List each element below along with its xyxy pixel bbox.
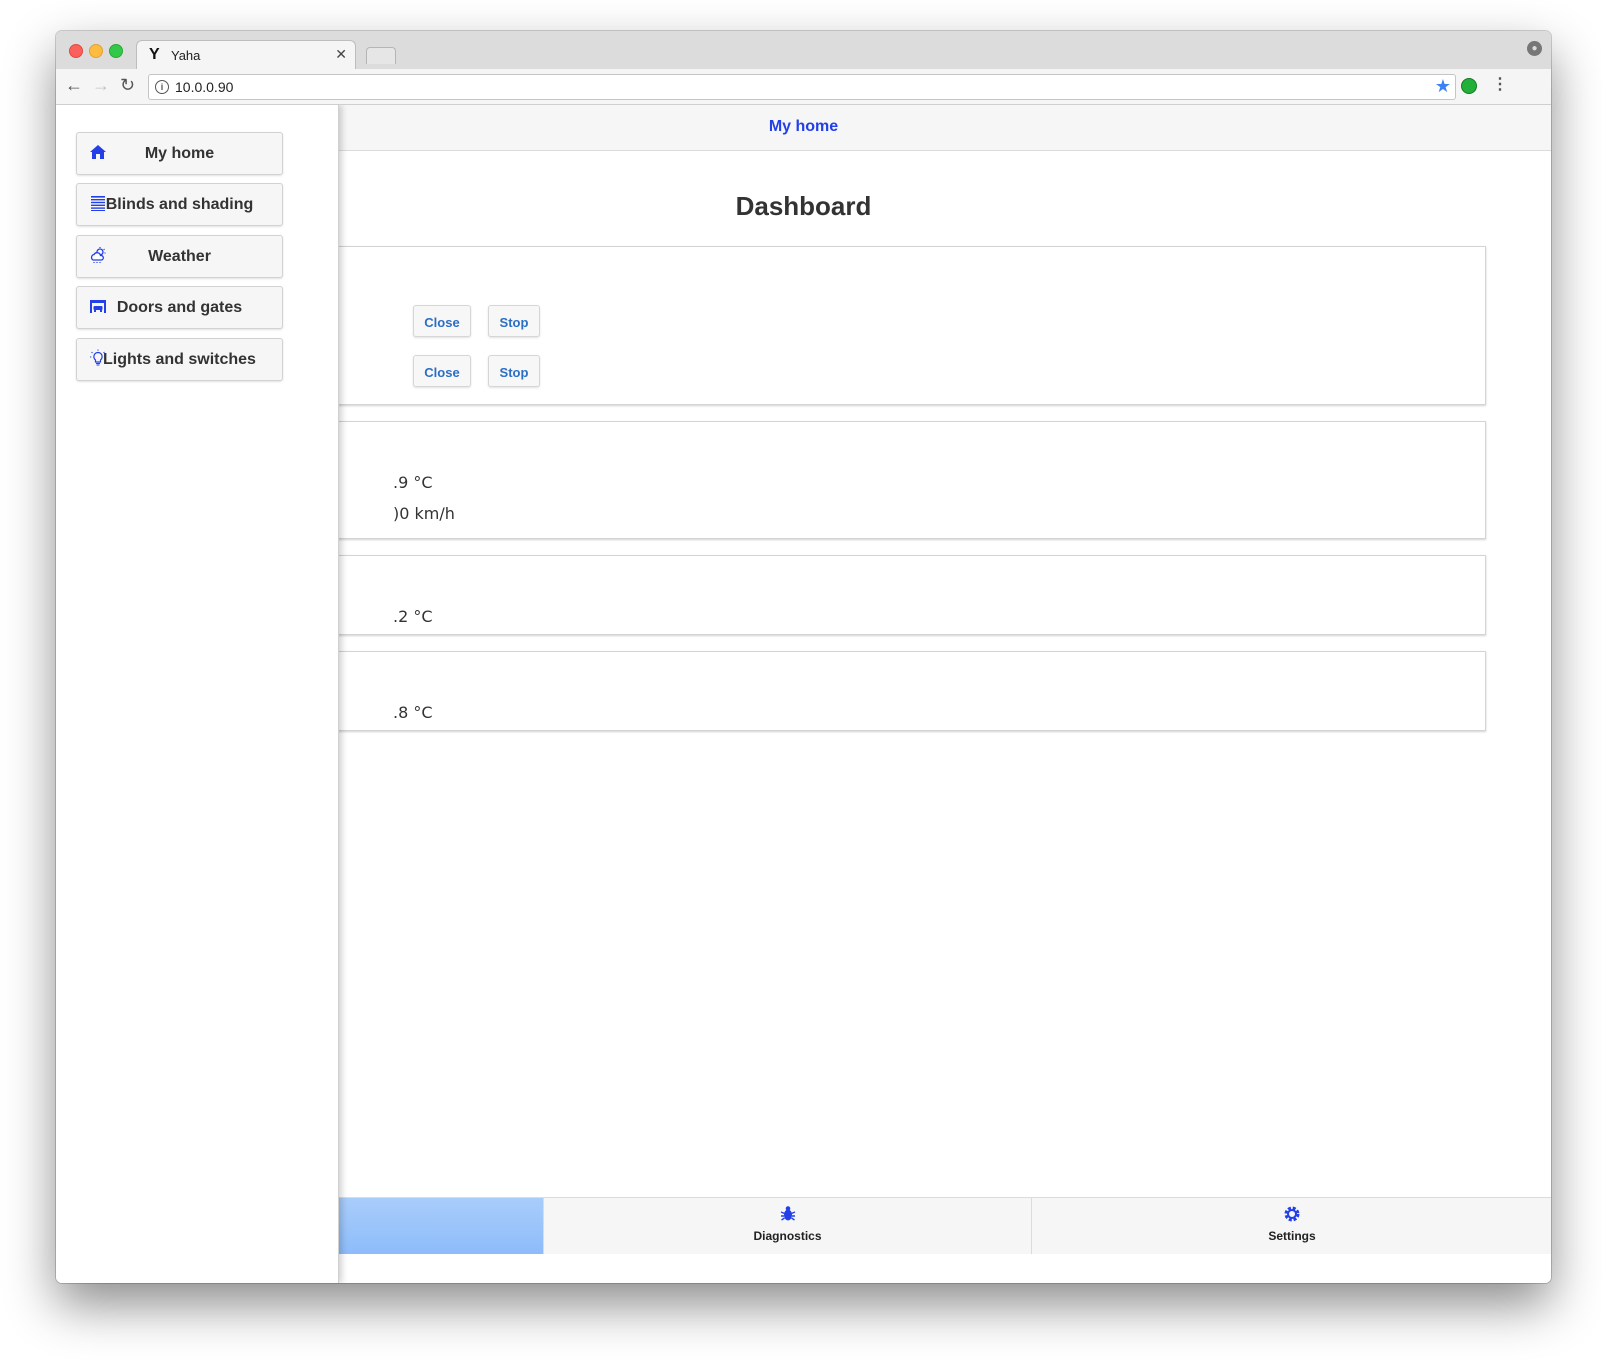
gear-icon bbox=[1032, 1204, 1551, 1229]
minimize-window-button[interactable] bbox=[89, 44, 103, 58]
temperature-reading: .8 °C bbox=[393, 703, 433, 722]
browser-menu-icon[interactable]: ⋮ bbox=[1492, 74, 1508, 94]
tab-close-icon[interactable]: ✕ bbox=[335, 46, 347, 63]
footer-label-diagnostics: Diagnostics bbox=[753, 1229, 822, 1243]
temperature-card: .2 °C bbox=[156, 555, 1486, 635]
profile-icon[interactable]: ● bbox=[1527, 41, 1542, 56]
weather-temperature: .9 °C bbox=[393, 473, 433, 492]
info-icon[interactable]: i bbox=[155, 80, 169, 94]
bookmark-star-icon[interactable]: ★ bbox=[1435, 76, 1451, 97]
new-tab-button[interactable] bbox=[366, 47, 396, 64]
footer-item-settings[interactable]: Settings bbox=[1031, 1198, 1551, 1254]
forward-arrow-icon[interactable]: → bbox=[92, 75, 110, 95]
blinds-card: Close Stop Close Stop bbox=[156, 246, 1486, 405]
close-window-button[interactable] bbox=[69, 44, 83, 58]
sidebar-item-label: Weather bbox=[148, 248, 211, 265]
sidebar-item-label: My home bbox=[144, 145, 215, 162]
url-text[interactable]: 10.0.0.90 bbox=[175, 79, 233, 95]
sidebar-item-blinds[interactable]: Blinds and shading bbox=[76, 183, 283, 226]
sidebar-item-my-home[interactable]: My home bbox=[76, 132, 283, 175]
sidebar-item-label: Lights and switches bbox=[103, 351, 256, 368]
page-viewport: My home Dashboard Close Stop Close Stop … bbox=[56, 105, 1551, 1283]
sidebar-item-label: Doors and gates bbox=[116, 299, 243, 316]
extension-icon[interactable] bbox=[1461, 78, 1477, 94]
maximize-window-button[interactable] bbox=[109, 44, 123, 58]
browser-toolbar: ← → ↻ i 10.0.0.90 ★ ⋮ bbox=[56, 69, 1551, 105]
weather-wind-speed: )0 km/h bbox=[393, 504, 455, 523]
tab-strip: Y Yaha ✕ ● bbox=[56, 31, 1551, 70]
address-bar[interactable]: i 10.0.0.90 ★ bbox=[148, 74, 1456, 100]
sidebar-item-weather[interactable]: Weather bbox=[76, 235, 283, 278]
browser-tab[interactable]: Y Yaha ✕ bbox=[136, 40, 356, 70]
blind-1-close-button[interactable]: Close bbox=[413, 305, 471, 337]
bug-icon bbox=[544, 1204, 1031, 1229]
yaha-favicon-icon: Y bbox=[149, 46, 160, 63]
temperature-reading: .2 °C bbox=[393, 607, 433, 626]
side-navigation-panel: My home Blinds and shading Weather Doors… bbox=[56, 105, 339, 1283]
sidebar-item-lights[interactable]: Lights and switches bbox=[76, 338, 283, 381]
blind-1-stop-button[interactable]: Stop bbox=[488, 305, 540, 337]
sidebar-item-label: Blinds and shading bbox=[105, 196, 254, 213]
temperature-card: .8 °C bbox=[156, 651, 1486, 731]
blind-2-stop-button[interactable]: Stop bbox=[488, 355, 540, 387]
browser-window: Y Yaha ✕ ● ← → ↻ i 10.0.0.90 ★ ⋮ My home… bbox=[56, 31, 1551, 1283]
blind-2-close-button[interactable]: Close bbox=[413, 355, 471, 387]
footer-item-diagnostics[interactable]: Diagnostics bbox=[543, 1198, 1031, 1254]
back-arrow-icon[interactable]: ← bbox=[65, 75, 83, 95]
tab-title: Yaha bbox=[171, 48, 201, 63]
reload-icon[interactable]: ↻ bbox=[120, 75, 135, 95]
footer-label-settings: Settings bbox=[1268, 1229, 1316, 1243]
weather-card: .9 °C )0 km/h bbox=[156, 421, 1486, 539]
sidebar-item-doors[interactable]: Doors and gates bbox=[76, 286, 283, 329]
